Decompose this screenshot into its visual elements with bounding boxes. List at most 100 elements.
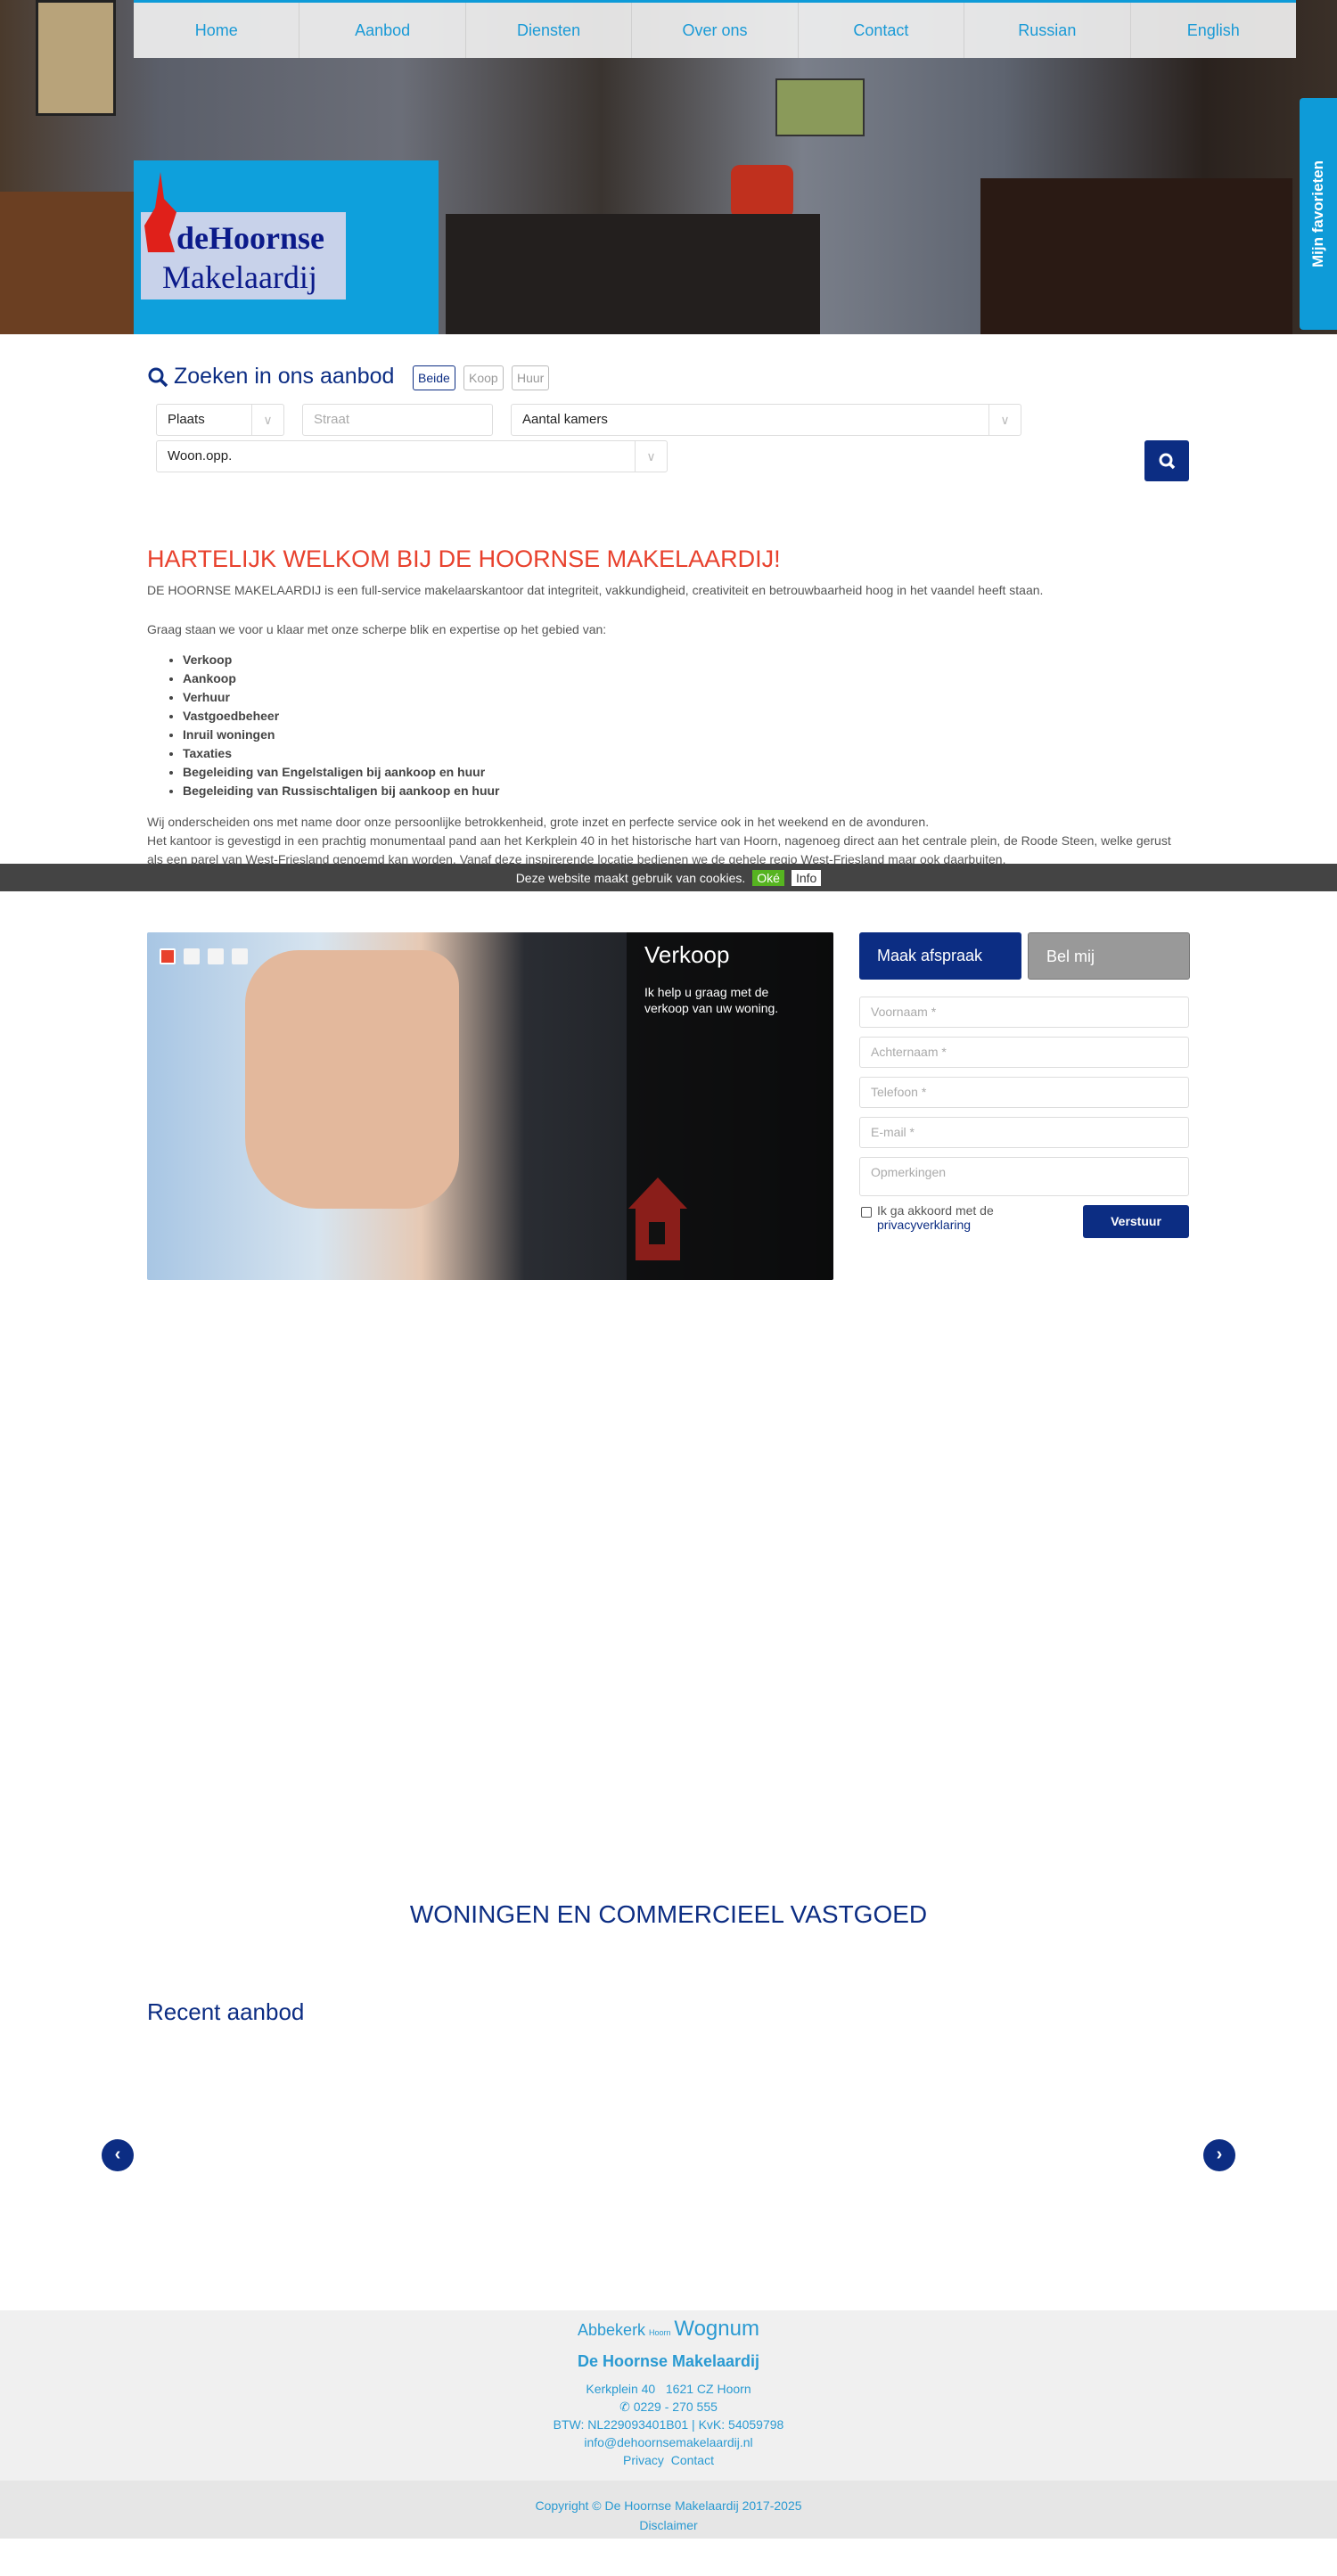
telefoon-input[interactable]: Telefoon * [859, 1077, 1189, 1108]
copyright: Copyright © De Hoornse Makelaardij 2017-… [535, 2498, 802, 2513]
services-list: Verkoop Aankoop Verhuur Vastgoedbeheer I… [183, 651, 500, 800]
footer-privacy-link[interactable]: Privacy [623, 2453, 664, 2467]
slide-dot[interactable] [232, 948, 248, 964]
service-item: Inruil woningen [183, 726, 500, 744]
service-item: Taxaties [183, 744, 500, 763]
chevron-left-icon: ‹ [114, 2145, 121, 2164]
footer-email[interactable]: info@dehoornsemakelaardij.nl [0, 2433, 1337, 2451]
achternaam-input[interactable]: Achternaam * [859, 1037, 1189, 1068]
tag-link[interactable]: Wognum [674, 2317, 759, 2341]
footer-address: Kerkplein 40 1621 CZ Hoorn [586, 2382, 751, 2396]
nav-english[interactable]: English [1131, 3, 1296, 58]
submit-button[interactable]: Verstuur [1083, 1205, 1189, 1238]
red-chair [731, 165, 793, 218]
footer: Abbekerk Hoorn Wognum De Hoornse Makelaa… [0, 2310, 1337, 2481]
voornaam-input[interactable]: Voornaam * [859, 997, 1189, 1028]
footer-bottom: Copyright © De Hoornse Makelaardij 2017-… [0, 2481, 1337, 2539]
carousel-next-button[interactable]: › [1203, 2139, 1235, 2171]
unicorn-icon [144, 172, 176, 252]
logo[interactable]: deHoornse Makelaardij [134, 160, 439, 334]
service-item: Verkoop [183, 651, 500, 669]
service-item: Verhuur [183, 688, 500, 707]
footer-phone[interactable]: ✆ 0229 - 270 555 [0, 2398, 1337, 2416]
straat-input[interactable]: Straat [302, 404, 493, 436]
footer-btw: BTW: NL229093401B01 | KvK: 54059798 [553, 2417, 784, 2432]
nav-aanbod[interactable]: Aanbod [299, 3, 466, 58]
search-icon [1159, 453, 1176, 470]
phone-icon: ✆ [619, 2400, 630, 2414]
search-icon [148, 367, 168, 387]
cookie-info-button[interactable]: Info [791, 869, 822, 886]
section-title-recent: Recent aanbod [147, 1998, 305, 2025]
chevron-down-icon: ∨ [251, 405, 283, 435]
cookie-ok-button[interactable]: Oké [752, 869, 784, 886]
slide-text: Ik help u graag met de verkoop van uw wo… [644, 985, 779, 1015]
kamers-value: Aantal kamers [522, 412, 608, 427]
cookie-bar: Deze website maakt gebruik van cookies. … [0, 864, 1337, 891]
disclaimer-link[interactable]: Disclaimer [0, 2515, 1337, 2535]
privacy-link[interactable]: privacyverklaring [877, 1218, 994, 1232]
section-title-woningen: WONINGEN EN COMMERCIEEL VASTGOED [409, 1900, 928, 1928]
slide-dot[interactable] [208, 948, 224, 964]
house-keychain-icon [628, 1177, 687, 1260]
toggle-koop[interactable]: Koop [463, 365, 504, 390]
chevron-down-icon: ∨ [635, 441, 667, 472]
plaats-select[interactable]: Plaats ∨ [156, 404, 284, 436]
phone-number: 0229 - 270 555 [633, 2400, 718, 2414]
nav-contact[interactable]: Contact [799, 3, 965, 58]
woonopp-select[interactable]: Woon.opp. ∨ [156, 440, 668, 472]
welcome-lead: Graag staan we voor u klaar met onze sch… [147, 622, 607, 636]
logo-text-top: deHoornse [176, 220, 324, 256]
service-item: Vastgoedbeheer [183, 707, 500, 726]
search-title-text: Zoeken in ons aanbod [174, 364, 395, 389]
service-item: Begeleiding van Engelstaligen bij aankoo… [183, 763, 500, 782]
logo-text-bottom: Makelaardij [162, 259, 317, 295]
woonopp-value: Woon.opp. [168, 448, 233, 464]
chevron-right-icon: › [1216, 2145, 1223, 2164]
service-item: Begeleiding van Russischtaligen bij aank… [183, 782, 500, 800]
table [446, 214, 820, 334]
nav-over-ons[interactable]: Over ons [632, 3, 799, 58]
slide-dot[interactable] [160, 948, 176, 964]
main-nav: Home Aanbod Diensten Over ons Contact Ru… [134, 0, 1296, 58]
agree-label: Ik ga akkoord met de privacyverklaring [877, 1203, 994, 1232]
tag-link[interactable]: Hoorn [649, 2328, 671, 2337]
opmerkingen-textarea[interactable]: Opmerkingen [859, 1157, 1189, 1196]
cookie-text: Deze website maakt gebruik van cookies. [515, 870, 746, 885]
slide-dot[interactable] [184, 948, 200, 964]
tag-link[interactable]: Abbekerk [578, 2321, 645, 2339]
search-title: Zoeken in ons aanbod [147, 364, 394, 390]
welcome-title: HARTELIJK WELKOM BIJ DE HOORNSE MAKELAAR… [147, 546, 781, 572]
toggle-huur[interactable]: Huur [512, 365, 550, 390]
footer-contact-link[interactable]: Contact [671, 2453, 714, 2467]
slide-caption: Verkoop Ik help u graag met de verkoop v… [627, 932, 833, 1280]
logo-plate: deHoornse Makelaardij [141, 172, 346, 299]
cabinet [0, 192, 134, 334]
agree-text: Ik ga akkoord met de [877, 1203, 994, 1218]
carousel-prev-button[interactable]: ‹ [102, 2139, 134, 2171]
tab-bel-mij[interactable]: Bel mij [1028, 932, 1190, 980]
footer-company: De Hoornse Makelaardij [577, 2352, 760, 2370]
hand [245, 950, 459, 1209]
welcome-intro: DE HOORNSE MAKELAARDIJ is een full-servi… [147, 583, 1044, 597]
toggle-beide[interactable]: Beide [413, 365, 455, 390]
chevron-down-icon: ∨ [988, 405, 1021, 435]
welcome-p1: Wij onderscheiden ons met name door onze… [147, 815, 930, 829]
kamers-select[interactable]: Aantal kamers ∨ [511, 404, 1021, 436]
nav-diensten[interactable]: Diensten [466, 3, 633, 58]
nav-home[interactable]: Home [134, 3, 300, 58]
tab-maak-afspraak[interactable]: Maak afspraak [859, 932, 1021, 980]
nav-russian[interactable]: Russian [964, 3, 1131, 58]
slider: Verkoop Ik help u graag met de verkoop v… [147, 932, 833, 1280]
service-item: Aankoop [183, 669, 500, 688]
plaats-value: Plaats [168, 412, 205, 427]
search-button[interactable] [1144, 440, 1189, 481]
sideboard [980, 178, 1292, 334]
tag-cloud: Abbekerk Hoorn Wognum [0, 2317, 1337, 2345]
privacy-checkbox[interactable] [861, 1207, 872, 1218]
straat-placeholder: Straat [314, 412, 350, 427]
wall-painting [775, 78, 865, 136]
email-input[interactable]: E-mail * [859, 1117, 1189, 1148]
slide-title: Verkoop [644, 941, 730, 968]
favorites-tab[interactable]: Mijn favorieten [1300, 98, 1337, 330]
